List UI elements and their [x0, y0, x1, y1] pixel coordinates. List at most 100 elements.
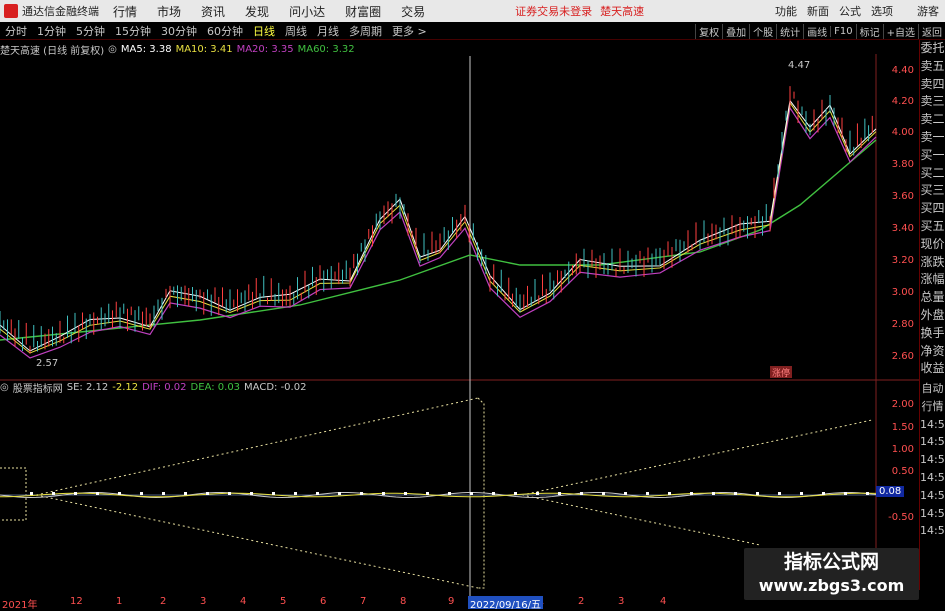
- app-logo-icon: [4, 4, 18, 18]
- macd-dot: [52, 492, 55, 495]
- watermark: 指标公式网 www.zbgs3.com: [744, 548, 919, 600]
- menu-discover[interactable]: 发现: [245, 3, 269, 20]
- low-label: 2.57: [36, 358, 58, 369]
- date-tick-label: 1: [116, 596, 123, 607]
- period-weekly[interactable]: 周线: [280, 23, 312, 39]
- sidebar-item-2[interactable]: 卖四: [920, 76, 945, 94]
- sidebar-item-5[interactable]: 卖一: [920, 129, 945, 147]
- period-multi[interactable]: 多周期: [344, 23, 387, 39]
- macd-dot: [360, 492, 363, 495]
- btn-add-watch[interactable]: +自选: [882, 23, 918, 39]
- period-1min[interactable]: 1分钟: [32, 23, 71, 39]
- stock-title: 楚天高速 (日线 前复权): [0, 45, 105, 57]
- period-15min[interactable]: 15分钟: [110, 23, 156, 39]
- sidebar-item-9[interactable]: 买四: [920, 200, 945, 218]
- sidebar-item-3[interactable]: 卖三: [920, 93, 945, 111]
- period-5min[interactable]: 5分钟: [71, 23, 110, 39]
- tick-item-5[interactable]: 14:50: [920, 469, 945, 487]
- macd-dot: [316, 492, 319, 495]
- sidebar-item-17[interactable]: 净资: [920, 343, 945, 361]
- date-tick-label: 12: [70, 596, 83, 607]
- btn-adjust[interactable]: 复权: [695, 23, 722, 39]
- btn-draw[interactable]: 画线: [803, 23, 830, 39]
- tick-item-2[interactable]: 14:50: [920, 416, 945, 434]
- sidebar-item-14[interactable]: 总量: [920, 289, 945, 307]
- menu-news[interactable]: 资讯: [201, 3, 225, 20]
- guest-label[interactable]: 游客: [917, 3, 939, 19]
- btn-stock[interactable]: 个股: [749, 23, 776, 39]
- sidebar-item-7[interactable]: 买二: [920, 165, 945, 183]
- menu-trade[interactable]: 交易: [401, 3, 425, 20]
- tick-item-3[interactable]: 14:50: [920, 433, 945, 451]
- sidebar-item-1[interactable]: 卖五: [920, 58, 945, 76]
- sidebar-item-4[interactable]: 卖二: [920, 111, 945, 129]
- menu-options[interactable]: 选项: [871, 3, 893, 19]
- high-label: 4.47: [788, 60, 810, 71]
- tick-item-4[interactable]: 14:50: [920, 451, 945, 469]
- sidebar-item-8[interactable]: 买三: [920, 182, 945, 200]
- tick-item-6[interactable]: 14:50: [920, 487, 945, 505]
- period-timeshare[interactable]: 分时: [0, 23, 32, 39]
- date-tick-label: 4: [240, 596, 247, 607]
- btn-f10[interactable]: F10: [830, 25, 855, 37]
- selected-date: 2022/09/16/五: [468, 596, 544, 611]
- sub-tick-label: 0.50: [891, 466, 914, 477]
- macd-dot: [690, 492, 693, 495]
- btn-mark[interactable]: 标记: [855, 23, 883, 39]
- sidebar-item-15[interactable]: 外盘: [920, 307, 945, 325]
- date-tick-label: 3: [618, 596, 625, 607]
- login-warning[interactable]: 证券交易未登录: [515, 3, 592, 19]
- period-60min[interactable]: 60分钟: [202, 23, 248, 39]
- menu-wealth[interactable]: 财富圈: [345, 3, 381, 20]
- sidebar-item-11[interactable]: 现价: [920, 236, 945, 254]
- tick-item-7[interactable]: 14:50: [920, 505, 945, 523]
- macd-dot: [514, 492, 517, 495]
- menu-new[interactable]: 新面: [807, 3, 829, 19]
- macd-dot: [602, 492, 605, 495]
- sub-settings-icon[interactable]: ◎: [0, 382, 9, 393]
- tick-item-0[interactable]: 自动: [920, 380, 945, 398]
- sidebar-item-6[interactable]: 买一: [920, 147, 945, 165]
- kline-chart[interactable]: 4.47 2.57 涨停: [0, 40, 919, 596]
- sub-tick-label: 1.50: [891, 422, 914, 433]
- sidebar-item-12[interactable]: 涨跌: [920, 254, 945, 272]
- btn-back[interactable]: 返回: [918, 23, 945, 39]
- macd-dot: [382, 492, 385, 495]
- sidebar-item-0[interactable]: 委托: [920, 40, 945, 58]
- menu-formula[interactable]: 公式: [839, 3, 861, 19]
- tick-item-8[interactable]: 14:50: [920, 522, 945, 540]
- date-tick-label: 9: [448, 596, 455, 607]
- period-more[interactable]: 更多 >: [387, 23, 432, 39]
- period-daily[interactable]: 日线: [248, 23, 280, 39]
- menu-function[interactable]: 功能: [775, 3, 797, 19]
- se-upper-line: [35, 397, 479, 496]
- menu-ask[interactable]: 问小达: [289, 3, 325, 20]
- btn-stats[interactable]: 统计: [776, 23, 803, 39]
- macd-dot: [184, 492, 187, 495]
- macd-dot: [30, 492, 33, 495]
- se-lower-line: [35, 494, 479, 589]
- sub-tick-label: -0.50: [888, 512, 914, 523]
- settings-icon[interactable]: ◎: [108, 44, 117, 55]
- sidebar-item-13[interactable]: 涨幅: [920, 271, 945, 289]
- ma5-value: MA5: 3.38: [120, 43, 172, 55]
- price-tick-label: 4.20: [891, 96, 914, 107]
- macd-dot: [734, 492, 737, 495]
- macd-dot: [624, 492, 627, 495]
- period-monthly[interactable]: 月线: [312, 23, 344, 39]
- current-value-badge: 0.08: [876, 486, 905, 497]
- macd-dot: [294, 492, 297, 495]
- macd-dot: [272, 492, 275, 495]
- sidebar-item-16[interactable]: 换手: [920, 325, 945, 343]
- sidebar-item-18[interactable]: 收益: [920, 360, 945, 378]
- menu-market[interactable]: 市场: [157, 3, 181, 20]
- stock-alert[interactable]: 楚天高速: [600, 3, 644, 19]
- tick-item-1[interactable]: 行情: [920, 398, 945, 416]
- price-tick-label: 3.00: [891, 287, 914, 298]
- price-tick-label: 4.40: [891, 65, 914, 76]
- period-30min[interactable]: 30分钟: [156, 23, 202, 39]
- menu-quotes[interactable]: 行情: [113, 3, 137, 20]
- macd-dot: [844, 492, 847, 495]
- sidebar-item-10[interactable]: 买五: [920, 218, 945, 236]
- btn-overlay[interactable]: 叠加: [722, 23, 749, 39]
